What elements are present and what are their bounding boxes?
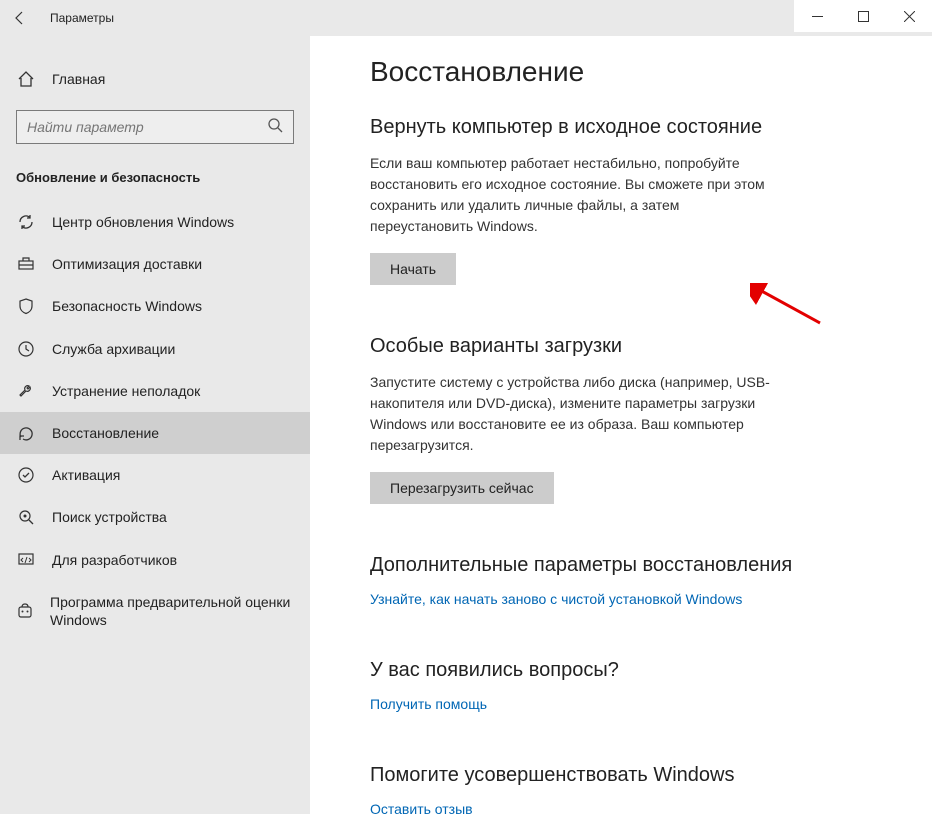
sidebar-item-backup[interactable]: Служба архивации: [0, 328, 310, 370]
back-button[interactable]: [0, 0, 40, 36]
sidebar-item-label: Оптимизация доставки: [52, 255, 202, 273]
fresh-start-link[interactable]: Узнайте, как начать заново с чистой уста…: [370, 591, 742, 607]
sidebar-item-label: Для разработчиков: [52, 551, 177, 569]
titlebar: Параметры: [0, 0, 932, 36]
sidebar-item-delivery-optimization[interactable]: Оптимизация доставки: [0, 243, 310, 285]
sidebar-item-label: Служба архивации: [52, 340, 175, 358]
annotation-arrow: [750, 283, 830, 333]
findmydevice-icon: [16, 508, 36, 526]
maximize-button[interactable]: [840, 0, 886, 32]
section-title: Вернуть компьютер в исходное состояние: [370, 116, 902, 139]
section-questions: У вас появились вопросы? Получить помощь: [370, 659, 902, 714]
get-help-link[interactable]: Получить помощь: [370, 696, 487, 712]
sidebar-item-recovery[interactable]: Восстановление: [0, 412, 310, 454]
section-more-recovery: Дополнительные параметры восстановления …: [370, 554, 902, 609]
sidebar-item-label: Активация: [52, 466, 120, 484]
insider-icon: [16, 602, 34, 620]
sidebar-item-label: Программа предварительной оценки Windows: [50, 593, 294, 629]
sidebar-item-for-developers[interactable]: Для разработчиков: [0, 539, 310, 581]
section-feedback: Помогите усовершенствовать Windows Остав…: [370, 764, 902, 814]
sidebar-item-activation[interactable]: Активация: [0, 454, 310, 496]
minimize-button[interactable]: [794, 0, 840, 32]
reset-start-button[interactable]: Начать: [370, 253, 456, 285]
search-box[interactable]: [16, 110, 294, 144]
sidebar-item-find-my-device[interactable]: Поиск устройства: [0, 496, 310, 538]
sidebar: Главная Обновление и безопасность Центр …: [0, 36, 310, 814]
sidebar-item-windows-security[interactable]: Безопасность Windows: [0, 285, 310, 327]
section-text: Запустите систему с устройства либо диск…: [370, 372, 780, 456]
sidebar-item-troubleshoot[interactable]: Устранение неполадок: [0, 370, 310, 412]
window-controls: [794, 0, 932, 32]
sidebar-item-label: Восстановление: [52, 424, 159, 442]
search-input[interactable]: [27, 119, 267, 135]
section-advanced-startup: Особые варианты загрузки Запустите систе…: [370, 335, 902, 504]
section-title: Помогите усовершенствовать Windows: [370, 764, 902, 787]
page-title: Восстановление: [370, 56, 902, 88]
section-reset-pc: Вернуть компьютер в исходное состояние Е…: [370, 116, 902, 285]
troubleshoot-icon: [16, 382, 36, 400]
home-icon: [16, 70, 36, 88]
sidebar-item-label: Безопасность Windows: [52, 297, 202, 315]
sidebar-section-header: Обновление и безопасность: [0, 162, 310, 201]
sync-icon: [16, 213, 36, 231]
sidebar-item-label: Центр обновления Windows: [52, 213, 234, 231]
window-title: Параметры: [50, 11, 114, 25]
give-feedback-link[interactable]: Оставить отзыв: [370, 801, 473, 814]
close-button[interactable]: [886, 0, 932, 32]
restart-now-button[interactable]: Перезагрузить сейчас: [370, 472, 554, 504]
activation-icon: [16, 466, 36, 484]
backup-icon: [16, 340, 36, 358]
sidebar-item-label: Устранение неполадок: [52, 382, 200, 400]
shield-icon: [16, 297, 36, 315]
search-icon: [267, 117, 283, 138]
section-text: Если ваш компьютер работает нестабильно,…: [370, 153, 780, 237]
section-title: Особые варианты загрузки: [370, 335, 902, 358]
developers-icon: [16, 551, 36, 569]
section-title: Дополнительные параметры восстановления: [370, 554, 902, 577]
sidebar-item-windows-update[interactable]: Центр обновления Windows: [0, 201, 310, 243]
delivery-icon: [16, 255, 36, 273]
home-nav-item[interactable]: Главная: [0, 62, 310, 96]
content-area: Восстановление Вернуть компьютер в исход…: [310, 36, 932, 814]
recovery-icon: [16, 424, 36, 442]
home-label: Главная: [52, 71, 105, 87]
sidebar-item-windows-insider[interactable]: Программа предварительной оценки Windows: [0, 581, 310, 641]
sidebar-item-label: Поиск устройства: [52, 508, 167, 526]
section-title: У вас появились вопросы?: [370, 659, 902, 682]
